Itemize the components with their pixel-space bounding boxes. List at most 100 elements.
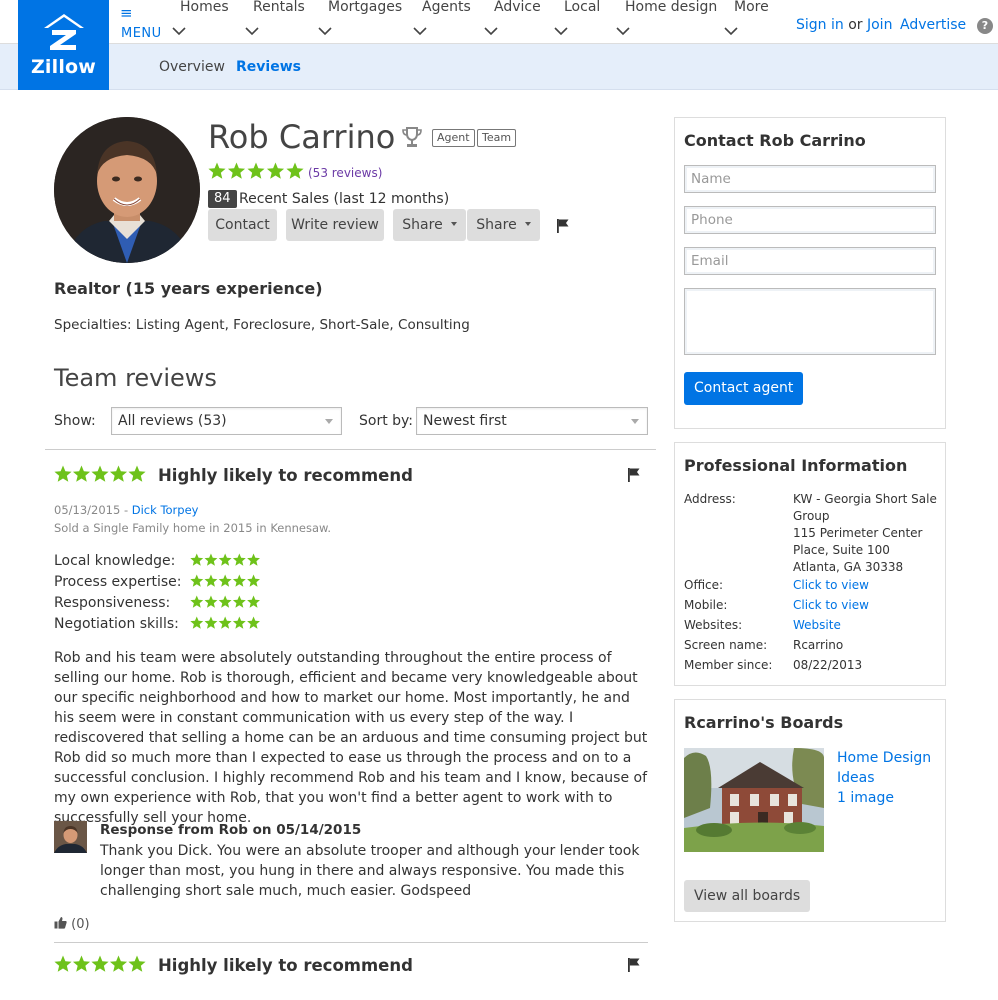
name-field[interactable]: Name	[684, 165, 936, 193]
rating-label: Local knowledge:	[54, 553, 176, 569]
star-icon	[232, 574, 246, 587]
address-line: 115 Perimeter Center	[793, 526, 923, 540]
rating-label: Negotiation skills:	[54, 616, 179, 632]
show-filter-select[interactable]: All reviews (53)	[111, 407, 342, 435]
star-icon	[247, 553, 260, 566]
menu-label: MENU	[121, 26, 162, 41]
divider	[54, 942, 648, 943]
review-title: Highly likely to recommend	[158, 956, 413, 975]
phone-field[interactable]: Phone	[684, 206, 936, 234]
address-line: Place, Suite 100	[793, 543, 890, 557]
view-all-boards-button[interactable]: View all boards	[684, 880, 811, 912]
board-name-link-line1[interactable]: Home Design	[837, 750, 931, 766]
team-reviews-heading: Team reviews	[54, 364, 217, 392]
brand-wordmark: Zillow	[30, 56, 97, 78]
star-icon	[204, 595, 218, 608]
auth-links: Sign in or Join	[796, 17, 892, 33]
boards-card: Rcarrino's Boards Home Design Ideas 1 im…	[674, 699, 946, 922]
board-image-count-link[interactable]: 1 image	[837, 790, 894, 806]
sort-select[interactable]: Newest first	[416, 407, 648, 435]
contact-agent-button[interactable]: Contact agent	[684, 372, 804, 405]
name-field-placeholder: Name	[691, 171, 731, 187]
thumbs-up-icon	[54, 917, 67, 929]
flag-icon[interactable]	[556, 218, 570, 234]
star-icon	[72, 465, 91, 482]
chevron-down-icon	[554, 27, 568, 36]
house-photo-image	[684, 748, 824, 852]
board-name-link-line2[interactable]: Ideas	[837, 770, 875, 786]
rating-label: Responsiveness:	[54, 595, 171, 611]
flag-icon[interactable]	[627, 467, 641, 483]
review-author-link[interactable]: Dick Torpey	[132, 503, 199, 517]
website-link[interactable]: Website	[793, 617, 841, 634]
star-icon	[190, 595, 204, 608]
agent-portrait-image	[54, 117, 200, 263]
mobile-click-to-view-link[interactable]: Click to view	[793, 597, 869, 614]
chevron-down-icon	[724, 27, 738, 36]
share-button[interactable]: Share	[393, 209, 466, 241]
rating-negotiation-skills: Negotiation skills:	[54, 616, 179, 632]
email-field-placeholder: Email	[691, 253, 729, 269]
contact-button-label: Contact	[215, 217, 270, 233]
review-date: 05/13/2015 -	[54, 503, 132, 517]
review-body: Rob and his team were absolutely outstan…	[54, 650, 648, 826]
tab-overview[interactable]: Overview	[159, 59, 225, 75]
review-rating-stars	[54, 465, 146, 482]
reviews-count-link[interactable]: (53 reviews)	[308, 166, 382, 180]
write-review-button[interactable]: Write review	[286, 209, 384, 241]
star-icon	[128, 465, 146, 482]
tab-reviews[interactable]: Reviews	[236, 59, 301, 75]
rating-label: Process expertise:	[54, 574, 182, 590]
zillow-logo[interactable]: Zillow	[18, 0, 109, 90]
review-transaction: Sold a Single Family home in 2015 in Ken…	[54, 521, 332, 535]
review-meta: 05/13/2015 - Dick Torpey	[54, 503, 198, 517]
share-button-secondary-label: Share	[476, 217, 517, 233]
star-icon	[286, 162, 304, 179]
responder-portrait-image	[54, 821, 87, 853]
email-field[interactable]: Email	[684, 247, 936, 275]
message-textarea[interactable]	[684, 288, 936, 355]
star-icon	[247, 162, 265, 179]
star-icon	[54, 465, 72, 482]
office-click-to-view-link[interactable]: Click to view	[793, 577, 869, 594]
review-rating-stars	[54, 955, 146, 972]
help-icon[interactable]: ?	[977, 18, 993, 34]
review-title: Highly likely to recommend	[158, 466, 413, 485]
helpful-vote[interactable]: (0)	[54, 916, 90, 932]
select-arrow-icon	[631, 419, 639, 424]
sign-in-link[interactable]: Sign in	[796, 17, 844, 33]
rating-process-expertise: Process expertise:	[54, 574, 181, 590]
member-since-value: 08/22/2013	[793, 658, 863, 672]
sort-label: Sort by:	[359, 413, 414, 429]
rating-local-knowledge: Local knowledge:	[54, 553, 175, 569]
star-icon	[91, 955, 109, 972]
show-filter-label: Show:	[54, 413, 96, 429]
nav-home-design-label: Home design	[625, 0, 718, 15]
join-link[interactable]: Join	[867, 17, 892, 33]
star-icon	[218, 553, 232, 566]
flag-icon[interactable]	[627, 957, 641, 973]
share-button-secondary[interactable]: Share	[467, 209, 540, 241]
contact-button[interactable]: Contact	[208, 209, 277, 241]
address-line: Group	[793, 509, 830, 523]
star-icon	[227, 162, 246, 179]
star-icon	[91, 465, 109, 482]
office-label: Office:	[684, 578, 724, 592]
advertise-link-wrap: Advertise	[900, 17, 966, 33]
agent-specialties: Specialties: Listing Agent, Foreclosure,…	[54, 317, 470, 333]
star-icon	[128, 955, 146, 972]
board-thumbnail[interactable]	[684, 748, 824, 852]
nav-advice-label: Advice	[494, 0, 541, 15]
contact-card: Contact Rob Carrino Name Phone Email Con…	[674, 117, 946, 429]
recent-sales-label: Recent Sales (last 12 months)	[239, 191, 450, 207]
screen-name-value: Rcarrino	[793, 638, 844, 652]
response-title: Response from Rob on 05/14/2015	[100, 822, 362, 838]
zillow-z-icon	[44, 14, 84, 50]
agent-tag: Agent	[432, 129, 475, 147]
caret-down-icon	[524, 222, 531, 226]
star-icon	[204, 574, 218, 587]
star-icon	[72, 955, 91, 972]
advertise-link[interactable]: Advertise	[900, 17, 966, 33]
star-icon	[218, 616, 232, 629]
response-body: Thank you Dick. You were an absolute tro…	[100, 843, 640, 899]
